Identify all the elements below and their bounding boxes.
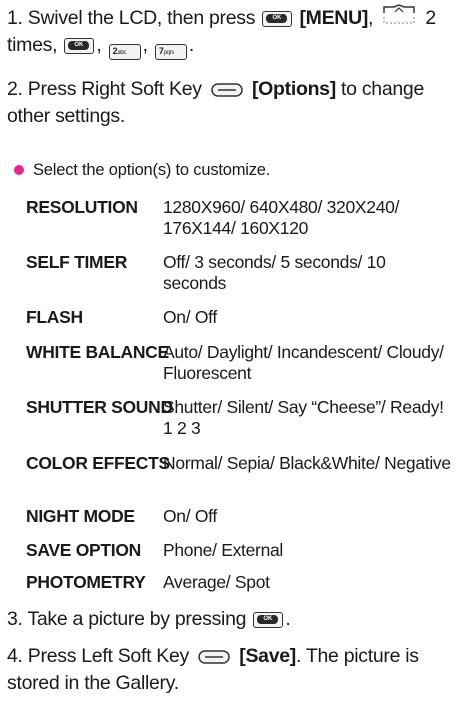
option-value: Off/ 3 seconds/ 5 seconds/ 10 seconds <box>163 252 386 293</box>
option-value: 1280X960/ 640X480/ 320X240/ 176X144/ 160… <box>163 197 400 238</box>
step-4: 4. Press Left Soft Key [Save]. The pictu… <box>7 643 452 697</box>
option-name: SAVE OPTION <box>26 540 142 560</box>
option-value: Average/ Spot <box>163 572 270 592</box>
option-name: NIGHT MODE <box>26 506 135 526</box>
step-number: 4. <box>7 645 23 667</box>
option-value: Normal/ Sepia/ Black&White/ Negative <box>163 453 451 473</box>
step-text: Press Left Soft Key <box>27 645 190 667</box>
left-soft-key-icon <box>198 650 230 664</box>
option-name: FLASH <box>26 307 83 327</box>
save-label: [Save] <box>239 645 296 667</box>
option-value: Phone/ External <box>163 540 284 560</box>
step-text: Take a picture by pressing <box>27 608 247 630</box>
option-value: Shutter/ Silent/ Say “Cheese”/ Ready! 1 … <box>163 397 444 438</box>
option-value: Auto/ Daylight/ Incandescent/ Cloudy/ Fl… <box>163 342 444 383</box>
option-name: RESOLUTION <box>26 197 138 217</box>
option-name: SHUTTER SOUND <box>26 397 173 417</box>
step-number: 3. <box>7 608 23 630</box>
option-value: On/ Off <box>163 506 217 526</box>
ok-key-icon: OK <box>253 612 284 628</box>
manual-page: 1. Swivel the LCD, then press OK [MENU],… <box>0 0 458 703</box>
step-3: 3. Take a picture by pressing OK. <box>7 608 291 630</box>
option-name: SELF TIMER <box>26 252 128 272</box>
option-name: COLOR EFFECTS <box>26 453 170 473</box>
option-name: WHITE BALANCE <box>26 342 169 362</box>
options-table: RESOLUTION 1280X960/ 640X480/ 320X240/ 1… <box>0 0 458 703</box>
option-name: PHOTOMETRY <box>26 572 146 592</box>
option-value: On/ Off <box>163 307 217 327</box>
